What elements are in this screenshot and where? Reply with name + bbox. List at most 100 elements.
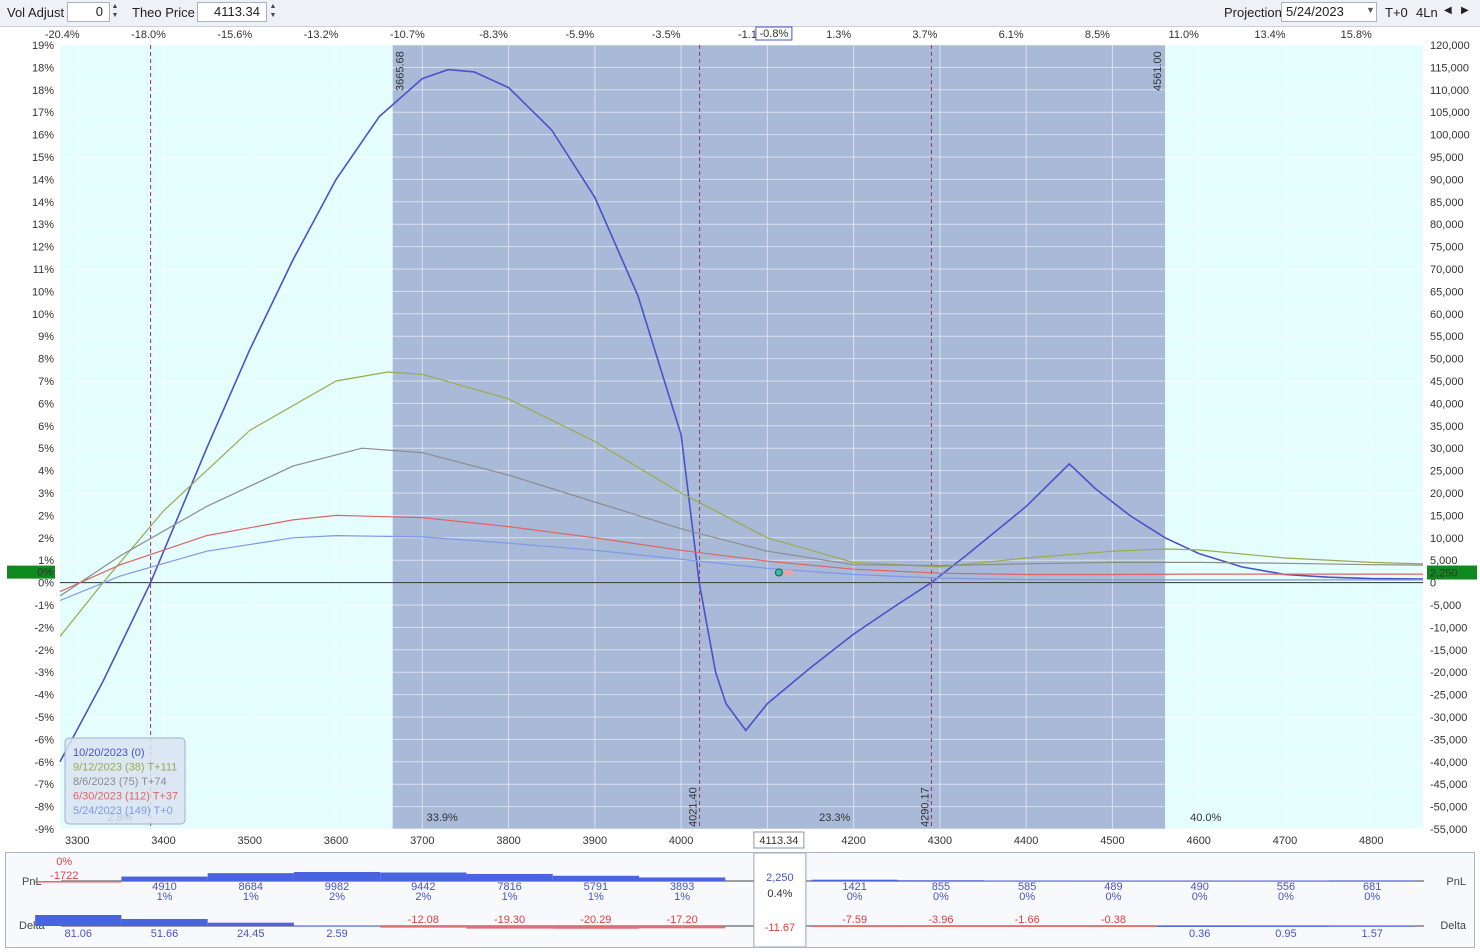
delta-bar xyxy=(811,926,898,928)
arrow-left-icon[interactable]: ◀ xyxy=(1444,5,1452,16)
pnl-chart[interactable]: 4021.404290.173665.684561.002.8%33.9%23.… xyxy=(0,26,1480,850)
x-tick-label: 4700 xyxy=(1273,835,1297,847)
pnl-pct-label: 1% xyxy=(157,891,173,903)
y-left-tick-label: 14% xyxy=(32,174,54,186)
pnl-pct-label: 1% xyxy=(502,891,518,903)
probability-label: 40.0% xyxy=(1190,812,1221,824)
y-right-tick-label: -30,000 xyxy=(1430,712,1467,724)
delta-bar xyxy=(207,922,294,926)
y-right-tick-label: 40,000 xyxy=(1430,398,1464,410)
top-pct-tick-label: 3.7% xyxy=(912,29,937,41)
breakeven-label: 4021.40 xyxy=(688,787,700,827)
x-tick-label: 4000 xyxy=(669,835,693,847)
y-left-tick-label: 16% xyxy=(32,130,54,142)
y-left-tick-label: 18% xyxy=(32,62,54,74)
pnl-pct-label: 1% xyxy=(588,891,604,903)
x-tick-label: 4200 xyxy=(841,835,865,847)
delta-bar xyxy=(121,918,208,926)
top-pct-tick-label: 8.5% xyxy=(1085,29,1110,41)
theo-price-input[interactable]: 4113.34 xyxy=(197,2,267,22)
top-pct-tick-label: -3.5% xyxy=(652,29,681,41)
delta-bar xyxy=(1070,926,1157,927)
y-left-tick-label: 19% xyxy=(32,40,54,52)
y-left-tick-label: 8% xyxy=(38,354,54,366)
y-right-tick-label: 65,000 xyxy=(1430,286,1464,298)
pnl-value-label: -1722 xyxy=(50,870,78,882)
x-tick-label: 4500 xyxy=(1100,835,1124,847)
y-right-tick-label: 90,000 xyxy=(1430,174,1464,186)
breakeven-label: 4290.17 xyxy=(919,787,931,827)
delta-bar xyxy=(380,926,467,928)
delta-bar xyxy=(1242,925,1330,927)
delta-bar xyxy=(897,926,985,927)
pnl-pct-label: 0% xyxy=(847,891,863,903)
theo-price-label: Theo Price xyxy=(132,5,195,20)
pnl-pct-label: 0% xyxy=(1105,891,1121,903)
y-left-tick-label: 0% xyxy=(38,578,54,590)
chevron-down-icon[interactable]: ▼ xyxy=(1366,5,1375,15)
y-left-tick-label: -9% xyxy=(34,824,54,836)
current-pnl-pct: 0.4% xyxy=(767,888,792,900)
delta-value-label: 2.59 xyxy=(326,928,347,940)
y-left-tick-label: 1% xyxy=(38,555,54,567)
theo-price-spinner-icon[interactable]: ▲ ▼ xyxy=(268,2,278,22)
lines-count-label: 4Ln xyxy=(1416,5,1438,20)
y-left-tick-label: -7% xyxy=(34,779,54,791)
y-right-tick-label: -15,000 xyxy=(1430,645,1467,657)
y-right-tick-label: 10,000 xyxy=(1430,533,1464,545)
y-right-tick-label: 60,000 xyxy=(1430,309,1464,321)
arrow-right-icon[interactable]: ▶ xyxy=(1461,5,1469,16)
y-left-tick-label: 10% xyxy=(32,286,54,298)
y-left-tick-label: 15% xyxy=(32,152,54,164)
delta-bar xyxy=(638,926,726,929)
delta-value-label: 81.06 xyxy=(64,928,92,940)
current-price-point[interactable] xyxy=(774,568,783,577)
y-left-tick-label: 10% xyxy=(32,309,54,321)
vol-adjust-input[interactable]: 0 xyxy=(67,2,110,22)
y-right-tick-label: 85,000 xyxy=(1430,197,1464,209)
pnl-pct-label: 0% xyxy=(56,856,72,868)
y-right-tick-label: 75,000 xyxy=(1430,242,1464,254)
y-left-tick-label: 6% xyxy=(38,421,54,433)
y-left-tick-label: -1% xyxy=(34,600,54,612)
delta-value-label: 51.66 xyxy=(151,928,179,940)
y-left-tick-label: 12% xyxy=(32,242,54,254)
projection-date-select[interactable]: 5/24/2023 xyxy=(1281,2,1377,22)
delta-value-label: -12.08 xyxy=(408,914,439,926)
pnl-pct-label: 2% xyxy=(329,891,345,903)
y-left-tick-label: 7% xyxy=(38,376,54,388)
y-right-tick-label: -25,000 xyxy=(1430,690,1467,702)
x-tick-label: 3800 xyxy=(496,835,520,847)
x-tick-label: 3700 xyxy=(410,835,434,847)
y-right-tick-label: 5,000 xyxy=(1430,555,1458,567)
y-left-tick-label: 17% xyxy=(32,107,54,119)
y-right-tick-label: 50,000 xyxy=(1430,354,1464,366)
delta-bar xyxy=(1156,925,1243,927)
delta-value-label: 0.95 xyxy=(1275,928,1296,940)
x-tick-label: 3500 xyxy=(238,835,262,847)
y-right-tick-label: 100,000 xyxy=(1430,130,1470,142)
pnl-bar xyxy=(466,873,553,881)
y-left-tick-label: 9% xyxy=(38,331,54,343)
vol-adjust-spinner-icon[interactable]: ▲ ▼ xyxy=(110,2,120,22)
projection-label: Projection xyxy=(1224,5,1282,20)
pnl-bar xyxy=(293,872,381,881)
delta-bar xyxy=(466,926,553,929)
delta-bar xyxy=(35,915,122,926)
delta-value-label: 0.36 xyxy=(1189,928,1210,940)
legend-entry: 9/12/2023 (38) T+111 xyxy=(73,762,177,774)
y-right-tick-label: -20,000 xyxy=(1430,667,1467,679)
delta-value-label: -19.30 xyxy=(494,914,525,926)
delta-value-label: -20.29 xyxy=(580,914,611,926)
y-right-tick-label: -10,000 xyxy=(1430,622,1467,634)
y-right-tick-label: 35,000 xyxy=(1430,421,1464,433)
delta-value-label: -1.66 xyxy=(1015,914,1040,926)
y-right-tick-label: 20,000 xyxy=(1430,488,1464,500)
current-pnl-value: 2,250 xyxy=(766,872,794,884)
y-right-tick-label: -5,000 xyxy=(1430,600,1461,612)
y-right-tick-label: 105,000 xyxy=(1430,107,1470,119)
y-left-tick-label: -2% xyxy=(34,622,54,634)
y-left-tick-label: 18% xyxy=(32,85,54,97)
toolbar: Vol Adjust 0 ▲ ▼ Theo Price 4113.34 ▲ ▼ Pr… xyxy=(0,0,1480,27)
y-right-tick-label: -55,000 xyxy=(1430,824,1467,836)
